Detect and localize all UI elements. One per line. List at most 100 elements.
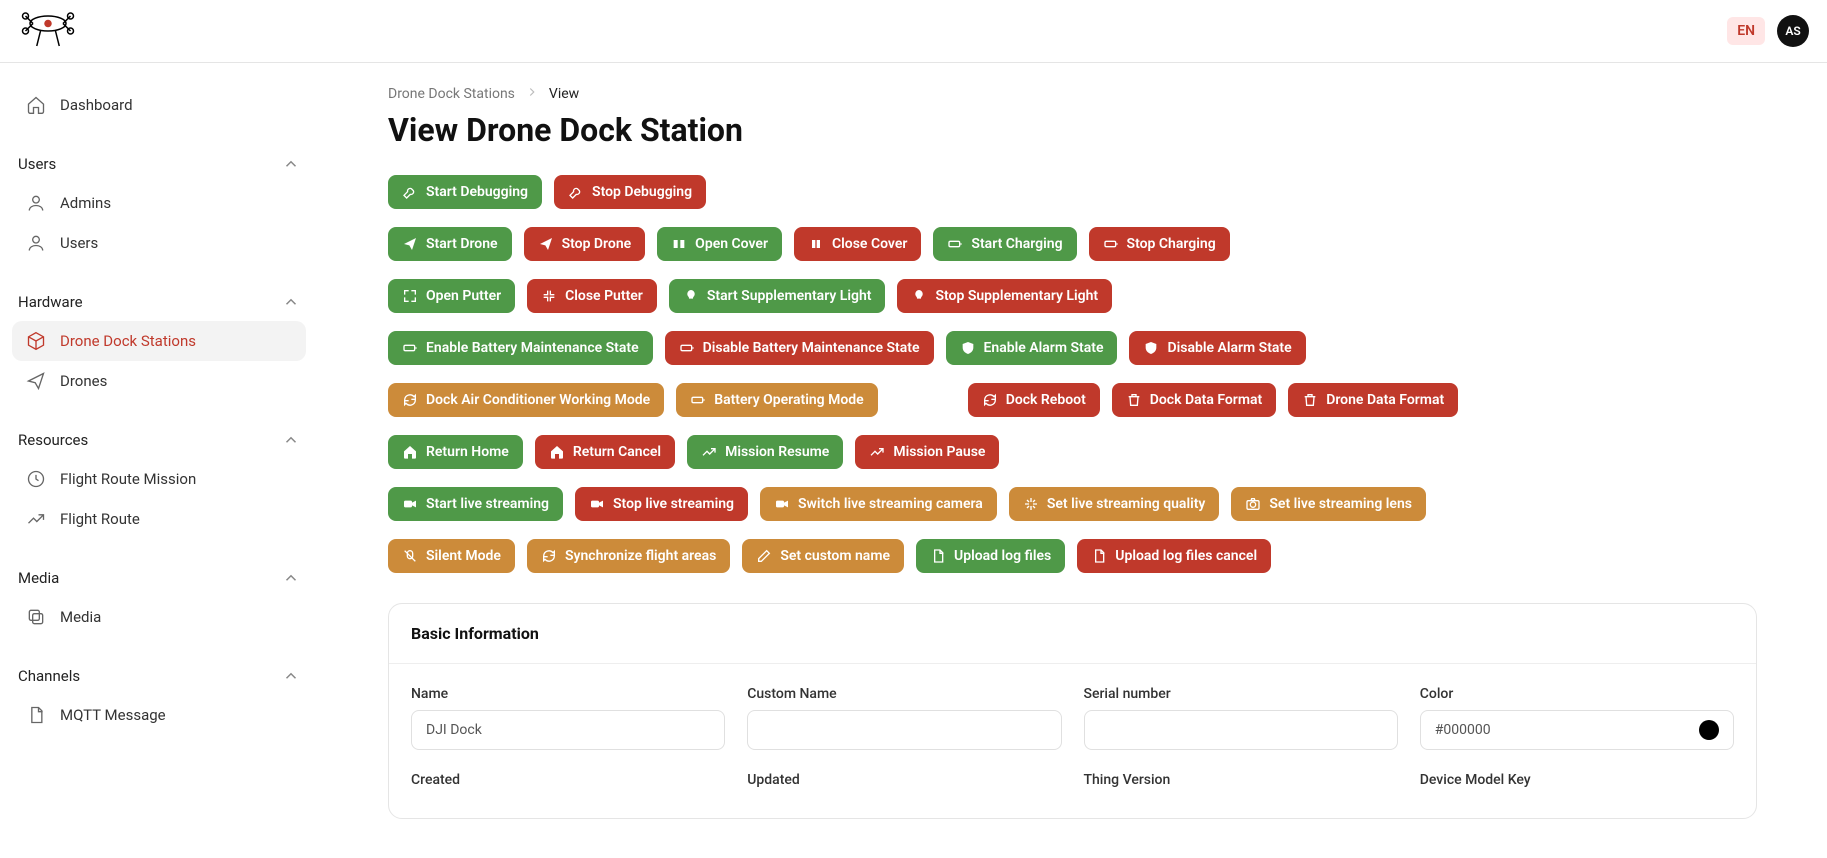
button-label: Drone Data Format <box>1326 393 1444 407</box>
sidebar-item-dashboard[interactable]: Dashboard <box>12 85 306 125</box>
button-label: Stop Debugging <box>592 185 692 199</box>
sidebar-item-media[interactable]: Media <box>12 597 306 637</box>
stop-debugging-button[interactable]: Stop Debugging <box>554 175 706 209</box>
set-custom-name-button[interactable]: Set custom name <box>742 539 904 573</box>
sidebar-item-admins[interactable]: Admins <box>12 183 306 223</box>
field-device-model-key: Device Model Key <box>1420 772 1734 796</box>
button-label: Battery Operating Mode <box>714 393 864 407</box>
sidebar-item-label: Media <box>60 608 101 626</box>
return-home-button[interactable]: Return Home <box>388 435 523 469</box>
battery-operating-mode-button[interactable]: Battery Operating Mode <box>676 383 878 417</box>
disable-alarm-state-button[interactable]: Disable Alarm State <box>1129 331 1305 365</box>
upload-log-files-button[interactable]: Upload log files <box>916 539 1065 573</box>
upload-log-files-cancel-button[interactable]: Upload log files cancel <box>1077 539 1271 573</box>
clock-icon <box>26 469 46 489</box>
mission-pause-button[interactable]: Mission Pause <box>855 435 999 469</box>
action-buttons: Start Debugging Stop Debugging Start Dro… <box>388 175 1757 573</box>
field-color: Color #000000 <box>1420 686 1734 750</box>
serial-number-value <box>1084 710 1398 750</box>
color-value: #000000 <box>1420 710 1734 750</box>
close-putter-button[interactable]: Close Putter <box>527 279 657 313</box>
sidebar-item-label: Users <box>60 234 98 252</box>
trend-icon <box>26 509 46 529</box>
sidebar-item-label: Flight Route Mission <box>60 470 196 488</box>
dock-reboot-button[interactable]: Dock Reboot <box>968 383 1100 417</box>
field-label: Created <box>411 772 725 788</box>
field-label: Device Model Key <box>1420 772 1734 788</box>
dock-data-format-button[interactable]: Dock Data Format <box>1112 383 1276 417</box>
color-swatch-icon <box>1699 720 1719 740</box>
copy-icon <box>26 607 46 627</box>
button-label: Start live streaming <box>426 497 549 511</box>
start-live-streaming-button[interactable]: Start live streaming <box>388 487 563 521</box>
switch-live-streaming-camera-button[interactable]: Switch live streaming camera <box>760 487 997 521</box>
sidebar-group-users[interactable]: Users <box>12 145 306 183</box>
start-charging-button[interactable]: Start Charging <box>933 227 1076 261</box>
enable-alarm-state-button[interactable]: Enable Alarm State <box>946 331 1118 365</box>
sidebar-item-label: Flight Route <box>60 510 140 528</box>
chevron-up-icon <box>282 431 300 449</box>
set-live-streaming-lens-button[interactable]: Set live streaming lens <box>1231 487 1426 521</box>
return-cancel-button[interactable]: Return Cancel <box>535 435 675 469</box>
start-debugging-button[interactable]: Start Debugging <box>388 175 542 209</box>
button-label: Stop Charging <box>1127 237 1216 251</box>
sidebar-item-users[interactable]: Users <box>12 223 306 263</box>
field-custom-name: Custom Name <box>747 686 1061 750</box>
set-live-streaming-quality-button[interactable]: Set live streaming quality <box>1009 487 1220 521</box>
stop-drone-button[interactable]: Stop Drone <box>524 227 646 261</box>
open-putter-button[interactable]: Open Putter <box>388 279 515 313</box>
button-label: Stop Drone <box>562 237 632 251</box>
silent-mode-button[interactable]: Silent Mode <box>388 539 515 573</box>
cube-icon <box>26 331 46 351</box>
user-icon <box>26 233 46 253</box>
sidebar-item-flight-route[interactable]: Flight Route <box>12 499 306 539</box>
close-cover-button[interactable]: Close Cover <box>794 227 921 261</box>
sidebar-item-flight-route-mission[interactable]: Flight Route Mission <box>12 459 306 499</box>
sidebar-item-drone-dock-stations[interactable]: Drone Dock Stations <box>12 321 306 361</box>
button-label: Enable Battery Maintenance State <box>426 341 639 355</box>
breadcrumb-link-drone-dock-stations[interactable]: Drone Dock Stations <box>388 86 515 102</box>
sidebar-group-label: Hardware <box>18 293 83 311</box>
card-title: Basic Information <box>389 604 1756 664</box>
button-label: Synchronize flight areas <box>565 549 716 563</box>
sidebar-group-label: Resources <box>18 431 88 449</box>
user-icon <box>26 193 46 213</box>
chevron-up-icon <box>282 155 300 173</box>
synchronize-flight-areas-button[interactable]: Synchronize flight areas <box>527 539 730 573</box>
sidebar-group-channels[interactable]: Channels <box>12 657 306 695</box>
chevron-up-icon <box>282 667 300 685</box>
start-supplementary-light-button[interactable]: Start Supplementary Light <box>669 279 886 313</box>
sidebar-item-label: Admins <box>60 194 111 212</box>
avatar[interactable]: AS <box>1777 15 1809 47</box>
button-label: Start Charging <box>971 237 1062 251</box>
stop-charging-button[interactable]: Stop Charging <box>1089 227 1230 261</box>
button-label: Disable Alarm State <box>1167 341 1291 355</box>
stop-supplementary-light-button[interactable]: Stop Supplementary Light <box>897 279 1112 313</box>
open-cover-button[interactable]: Open Cover <box>657 227 782 261</box>
button-label: Silent Mode <box>426 549 501 563</box>
field-label: Serial number <box>1084 686 1398 702</box>
start-drone-button[interactable]: Start Drone <box>388 227 512 261</box>
document-icon <box>26 705 46 725</box>
disable-battery-maintenance-button[interactable]: Disable Battery Maintenance State <box>665 331 934 365</box>
mission-resume-button[interactable]: Mission Resume <box>687 435 843 469</box>
button-label: Set live streaming quality <box>1047 497 1206 511</box>
sidebar-group-hardware[interactable]: Hardware <box>12 283 306 321</box>
sidebar-group-media[interactable]: Media <box>12 559 306 597</box>
stop-live-streaming-button[interactable]: Stop live streaming <box>575 487 748 521</box>
button-label: Return Cancel <box>573 445 661 459</box>
drone-data-format-button[interactable]: Drone Data Format <box>1288 383 1458 417</box>
button-label: Stop live streaming <box>613 497 734 511</box>
button-label: Start Supplementary Light <box>707 289 872 303</box>
sidebar-group-resources[interactable]: Resources <box>12 421 306 459</box>
dock-ac-working-mode-button[interactable]: Dock Air Conditioner Working Mode <box>388 383 664 417</box>
button-label: Upload log files cancel <box>1115 549 1257 563</box>
language-badge[interactable]: EN <box>1727 17 1765 45</box>
color-hex: #000000 <box>1435 722 1491 738</box>
button-label: Mission Resume <box>725 445 829 459</box>
field-label: Name <box>411 686 725 702</box>
sidebar-item-mqtt-message[interactable]: MQTT Message <box>12 695 306 735</box>
chevron-up-icon <box>282 569 300 587</box>
enable-battery-maintenance-button[interactable]: Enable Battery Maintenance State <box>388 331 653 365</box>
sidebar-item-drones[interactable]: Drones <box>12 361 306 401</box>
